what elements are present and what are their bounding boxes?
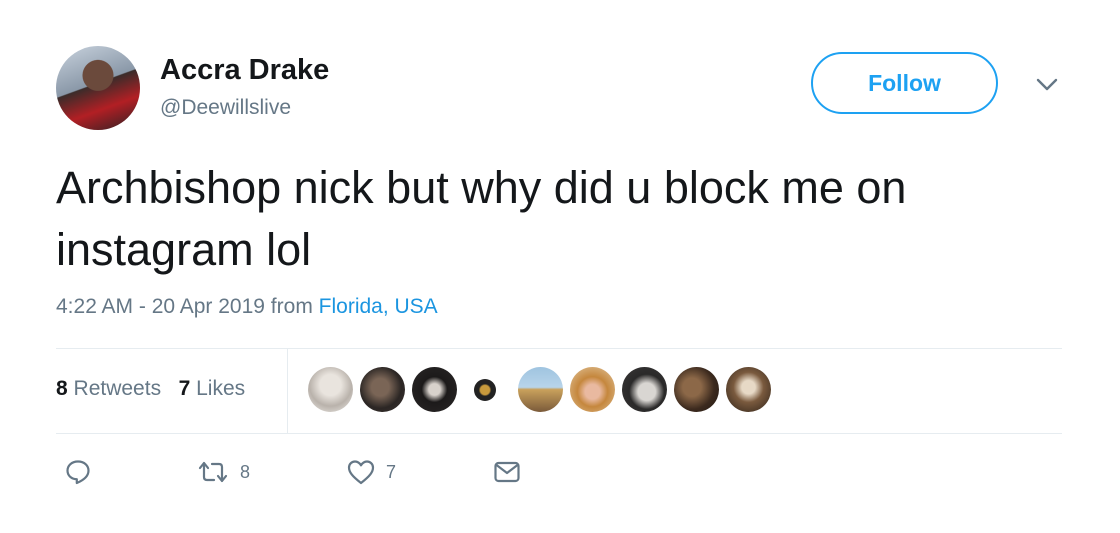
retweets-stat[interactable]: 8 Retweets <box>56 377 161 400</box>
tweet-text-line-2: instagram lol <box>56 224 312 275</box>
liker-avatar[interactable] <box>360 367 405 412</box>
retweet-button[interactable]: 8 <box>196 458 250 486</box>
tweet-meta: 4:22 AM - 20 Apr 2019 from Florida, USA <box>56 295 438 319</box>
engagement-stats: 8 Retweets 7 Likes <box>56 377 245 401</box>
liker-avatar[interactable] <box>412 367 457 412</box>
retweets-label: Retweets <box>73 377 162 400</box>
liker-avatar[interactable] <box>474 379 496 401</box>
envelope-icon <box>494 461 520 483</box>
retweets-count: 8 <box>56 377 68 400</box>
divider <box>56 348 1062 349</box>
likes-label: Likes <box>196 377 246 400</box>
user-handle[interactable]: @Deewillslive <box>160 96 291 120</box>
liker-avatar[interactable] <box>518 367 563 412</box>
tweet-text-line-1: Archbishop nick but why did u block me o… <box>56 162 907 213</box>
tweet-text: Archbishop nick but why did u block me o… <box>56 157 1066 281</box>
reply-button[interactable] <box>64 458 92 486</box>
like-count: 7 <box>386 461 397 482</box>
reply-icon <box>66 460 90 485</box>
like-button[interactable]: 7 <box>346 458 396 486</box>
user-name[interactable]: Accra Drake <box>160 54 329 87</box>
stats-divider <box>287 349 288 433</box>
retweet-icon <box>198 461 228 483</box>
follow-button[interactable]: Follow <box>811 52 998 114</box>
liker-avatar[interactable] <box>726 367 771 412</box>
liker-avatar[interactable] <box>308 367 353 412</box>
liker-avatar[interactable] <box>622 367 667 412</box>
heart-icon <box>347 460 375 485</box>
tweet-timestamp[interactable]: 4:22 AM - 20 Apr 2019 from <box>56 295 319 318</box>
user-avatar[interactable] <box>56 46 140 130</box>
divider <box>56 433 1062 434</box>
likes-stat[interactable]: 7 Likes <box>179 377 246 400</box>
likes-count: 7 <box>178 377 191 400</box>
liker-avatar[interactable] <box>674 367 719 412</box>
direct-message-button[interactable] <box>492 458 522 486</box>
liker-avatar[interactable] <box>570 367 615 412</box>
tweet-location-link[interactable]: Florida, USA <box>319 295 438 318</box>
chevron-down-icon[interactable] <box>1034 74 1060 94</box>
retweet-count: 8 <box>240 461 251 482</box>
